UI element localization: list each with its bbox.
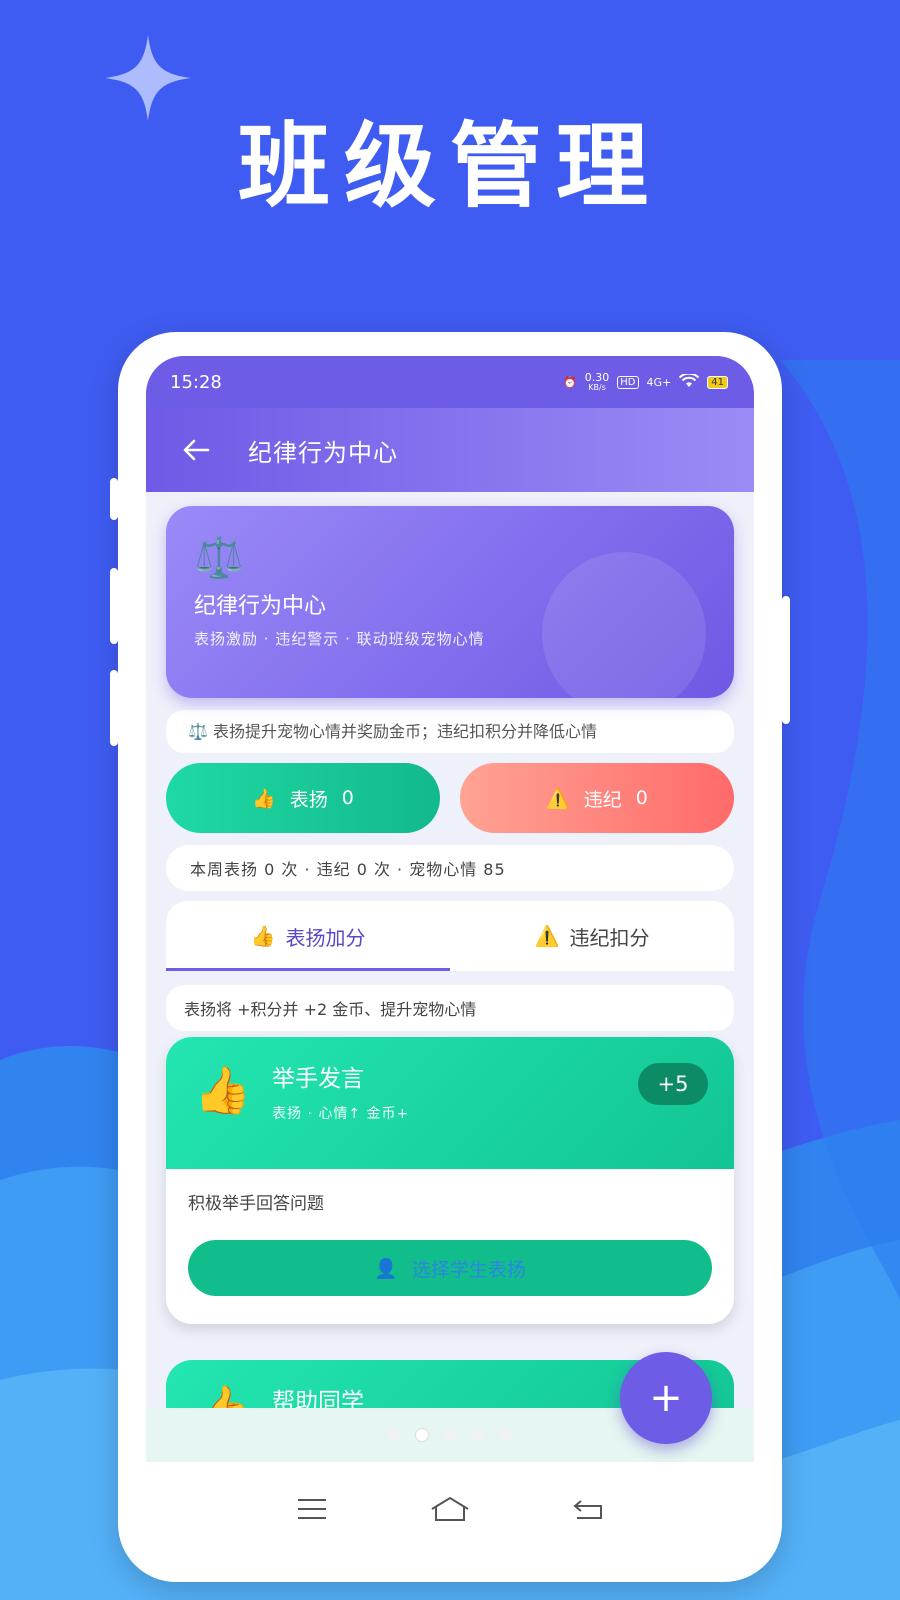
tab-indicator [166,968,450,971]
tab-bar: 👍 表扬加分 ⚠️ 违纪扣分 [166,901,734,971]
hero-card: ⚖️ 纪律行为中心 表扬激励 · 违纪警示 · 联动班级宠物心情 [166,506,734,698]
warning-icon: ⚠️ [534,924,560,948]
status-time: 15:28 [170,371,222,393]
action-card: 👍 举手发言 表扬 · 心情↑ 金币+ +5 积极举手回答问题 👤 选择学生表扬 [166,1037,734,1324]
status-icons: ⏰ 0.30 KB/s HD 4G+ 41 [563,370,728,392]
tab-praise[interactable]: 👍 表扬加分 [166,901,450,971]
hero-title: 班级管理 [237,112,662,220]
content: ⚖️ 纪律行为中心 表扬激励 · 违纪警示 · 联动班级宠物心情 ⚖️ 表扬提升… [146,492,754,1452]
praise-count: 0 [341,787,354,809]
net-speed: 0.30 KB/s [584,370,610,392]
phone-side-button [110,670,118,746]
info-text: 表扬提升宠物心情并奖励金币；违纪扣积分并降低心情 [213,722,598,741]
violate-count: 0 [635,787,648,809]
page-dot [472,1429,484,1441]
phone-side-button [110,568,118,644]
action-buttons: 👍 表扬 0 ⚠️ 违纪 0 [166,763,734,833]
phone-side-button [110,478,118,520]
violate-button[interactable]: ⚠️ 违纪 0 [460,763,734,833]
page-title: 纪律行为中心 [248,438,398,467]
action-card-body: 积极举手回答问题 👤 选择学生表扬 [166,1169,734,1324]
page-dot [444,1429,456,1441]
info-bar: ⚖️ 表扬提升宠物心情并奖励金币；违纪扣积分并降低心情 [166,710,734,753]
page-dot [500,1429,512,1441]
wifi-icon [679,372,700,391]
action-meta: 表扬 · 心情↑ 金币+ [272,1106,410,1122]
thumbs-up-icon: 👍 [250,924,276,948]
phone-side-button [782,596,790,724]
battery-icon: 41 [707,375,728,389]
page-dot [416,1429,428,1441]
app-bar: 纪律行为中心 [146,408,754,492]
signal-icon: 4G+ [646,375,672,389]
arrow-left-icon [183,439,210,461]
status-bar: 15:28 ⏰ 0.30 KB/s HD 4G+ 41 [146,356,754,408]
violate-label: 违纪 [583,788,622,811]
select-student-label: 选择学生表扬 [411,1258,526,1281]
menu-icon[interactable] [297,1498,327,1520]
user-icon: 👤 [374,1257,398,1280]
phone-screen: 15:28 ⏰ 0.30 KB/s HD 4G+ 41 纪律行为中心 ⚖️ 纪律… [146,356,754,1556]
praise-label: 表扬 [289,788,328,811]
warning-icon: ⚠️ [546,787,570,810]
thumbs-up-icon: 👍 [194,1063,252,1117]
add-fab-button[interactable]: + [620,1352,712,1444]
tab-label: 违纪扣分 [569,925,650,950]
action-card-header[interactable]: 👍 举手发言 表扬 · 心情↑ 金币+ +5 [166,1037,734,1169]
scale-icon: ⚖️ [188,722,208,741]
tab-label: 表扬加分 [285,925,366,950]
action-name: 举手发言 [272,1066,364,1092]
hero-card-subtitle: 表扬激励 · 违纪警示 · 联动班级宠物心情 [194,630,485,648]
praise-button[interactable]: 👍 表扬 0 [166,763,440,833]
weekly-summary: 本周表扬 0 次 · 违纪 0 次 · 宠物心情 85 [166,845,734,891]
action-description: 积极举手回答问题 [188,1194,324,1214]
home-icon[interactable] [430,1496,470,1522]
tab-violation[interactable]: ⚠️ 违纪扣分 [450,901,734,971]
back-nav-icon[interactable] [573,1498,603,1520]
hint-bar: 表扬将 +积分并 +2 金币、提升宠物心情 [166,985,734,1031]
select-student-button[interactable]: 👤 选择学生表扬 [188,1240,712,1296]
points-badge: +5 [638,1063,708,1105]
alarm-icon: ⏰ [563,375,577,389]
hd-icon: HD [617,375,639,389]
back-button[interactable] [174,428,218,472]
page-dot [388,1429,400,1441]
system-nav-bar [146,1462,754,1556]
thumbs-up-icon: 👍 [252,787,276,810]
